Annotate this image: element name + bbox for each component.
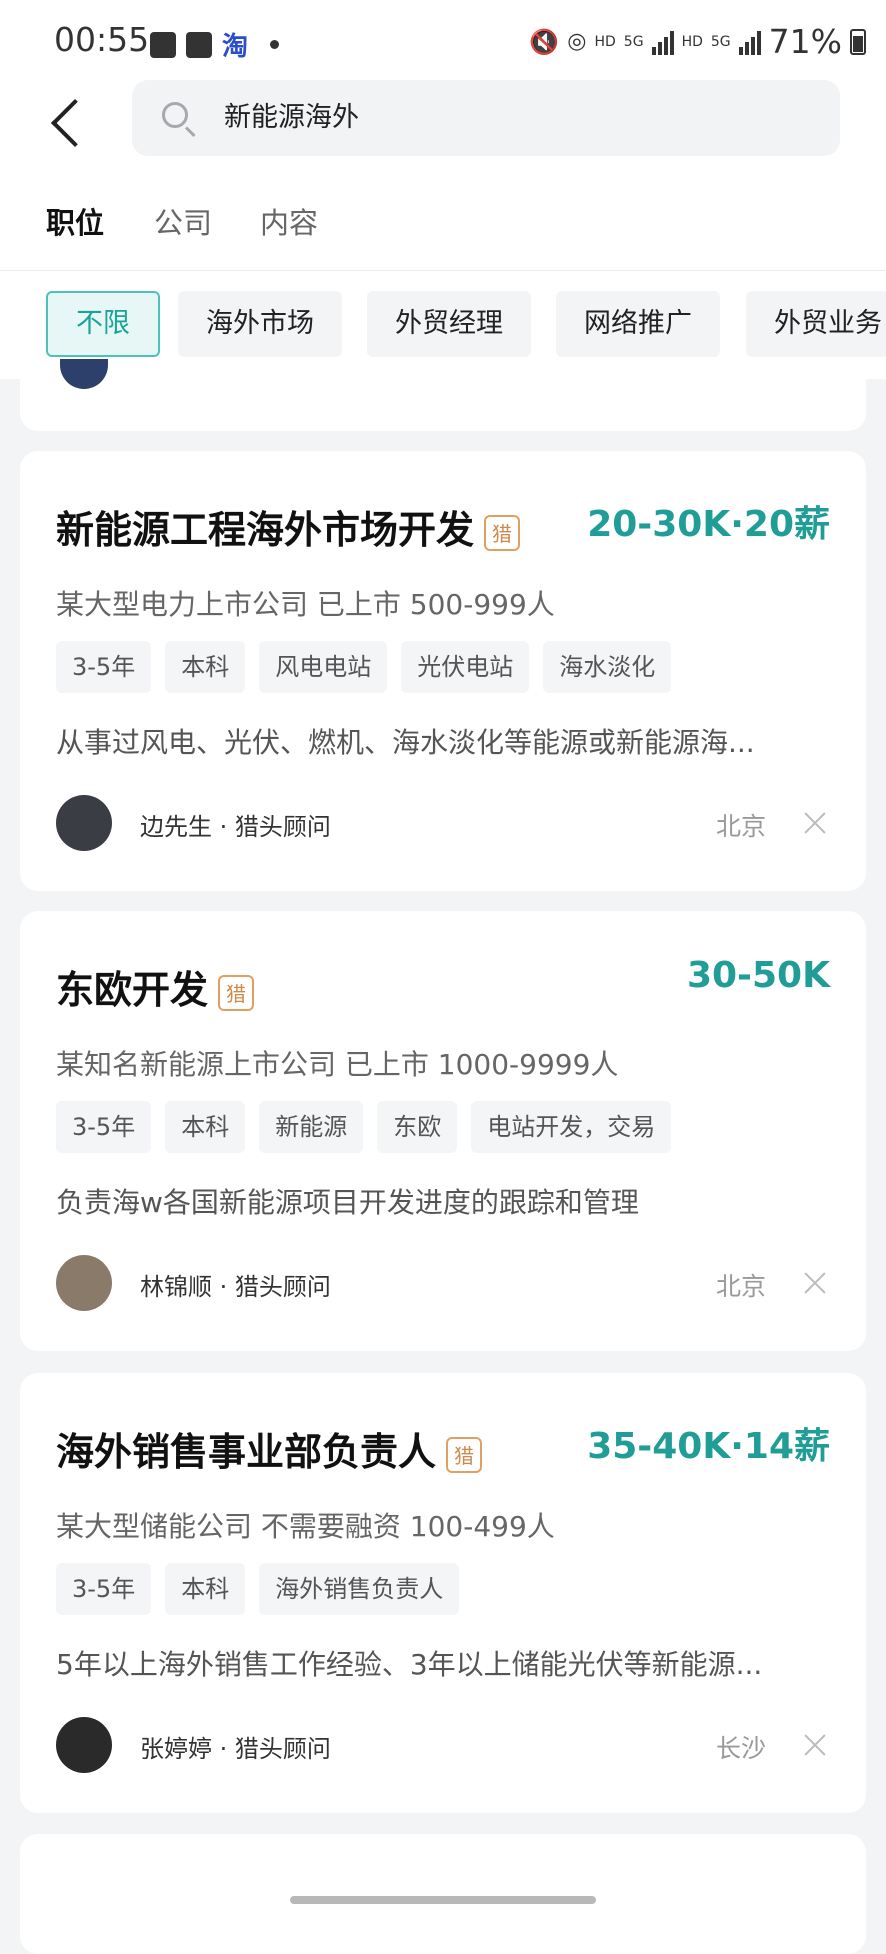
job-tag: 风电电站 xyxy=(259,641,388,693)
company-info: 某大型储能公司 不需要融资 100-499人 xyxy=(56,1510,555,1543)
job-tag: 3-5年 xyxy=(56,641,152,693)
job-tag: 3-5年 xyxy=(56,1563,152,1615)
status-right-icons: 🔇 ◎ HD 5G HD 5G 71% xyxy=(529,22,866,61)
search-icon xyxy=(162,102,188,128)
company-info: 某大型电力上市公司 已上市 500-999人 xyxy=(56,588,555,621)
job-card[interactable]: 东欧开发猎 30-50K 某知名新能源上市公司 已上市 1000-9999人 3… xyxy=(20,911,866,1351)
hotspot-icon: ◎ xyxy=(567,29,587,54)
signal-icon-2 xyxy=(738,29,761,55)
filter-chip-unlimited[interactable]: 不限 xyxy=(46,291,160,357)
job-description: 5年以上海外销售工作经验、3年以上储能光伏等新能源... xyxy=(56,1648,763,1681)
hunter-badge: 猎 xyxy=(218,974,255,1011)
job-card-partial[interactable] xyxy=(20,359,866,431)
search-header xyxy=(0,80,886,180)
job-title-text: 新能源工程海外市场开发 xyxy=(56,508,475,552)
recruiter-row: 张婷婷 · 猎头顾问 长沙 xyxy=(56,1717,830,1773)
job-title: 海外销售事业部负责人猎 xyxy=(56,1421,483,1476)
salary: 30-50K xyxy=(686,955,830,996)
job-tag: 海水淡化 xyxy=(543,641,672,693)
hd-label-1: HD xyxy=(594,33,616,50)
contacts-icon xyxy=(186,31,212,58)
recruiter-name: 边先生 · 猎头顾问 xyxy=(140,813,331,841)
network-label-2: 5G xyxy=(710,33,731,50)
recruiter-row: 林锦顺 · 猎头顾问 北京 xyxy=(56,1255,830,1311)
filter-chip-online-promotion[interactable]: 网络推广 xyxy=(556,291,720,357)
image-icon xyxy=(150,31,176,58)
chevron-left-icon xyxy=(50,98,100,148)
job-tag: 本科 xyxy=(165,1101,246,1153)
company-info: 某知名新能源上市公司 已上市 1000-9999人 xyxy=(56,1048,619,1081)
filter-chip-overseas-market[interactable]: 海外市场 xyxy=(178,291,342,357)
tab-companies[interactable]: 公司 xyxy=(154,200,212,242)
job-card[interactable]: 新能源工程海外市场开发猎 20-30K·20薪 某大型电力上市公司 已上市 50… xyxy=(20,451,866,891)
signal-icon-1 xyxy=(651,29,674,55)
job-tags: 3-5年 本科 新能源 东欧 电站开发，交易 xyxy=(56,1101,672,1153)
job-tag: 东欧 xyxy=(377,1101,458,1153)
job-tags: 3-5年 本科 海外销售负责人 xyxy=(56,1563,460,1615)
mute-vibrate-icon: 🔇 xyxy=(529,27,560,56)
home-indicator[interactable] xyxy=(290,1896,596,1904)
status-bar: 00:55 淘 🔇 ◎ HD 5G HD 5G 71% xyxy=(0,0,886,80)
job-tag: 海外销售负责人 xyxy=(259,1563,460,1615)
job-title: 新能源工程海外市场开发猎 xyxy=(56,499,521,554)
job-title-text: 东欧开发 xyxy=(56,968,209,1012)
job-tag: 新能源 xyxy=(259,1101,364,1153)
hunter-badge: 猎 xyxy=(446,1436,483,1473)
filter-chip-trade-business[interactable]: 外贸业务 xyxy=(746,291,886,357)
job-card-partial[interactable] xyxy=(20,1834,866,1954)
recruiter-row: 边先生 · 猎头顾问 北京 xyxy=(56,795,830,851)
filter-chip-trade-manager[interactable]: 外贸经理 xyxy=(367,291,531,357)
battery-icon xyxy=(850,28,866,55)
salary: 20-30K·20薪 xyxy=(587,504,830,545)
status-left-icons: 淘 xyxy=(150,26,280,63)
back-button[interactable] xyxy=(46,92,100,152)
job-tag: 3-5年 xyxy=(56,1101,152,1153)
tab-positions[interactable]: 职位 xyxy=(46,200,104,242)
job-tag: 本科 xyxy=(165,1563,246,1615)
close-icon[interactable] xyxy=(802,809,830,837)
hunter-badge: 猎 xyxy=(484,514,521,551)
job-tag: 本科 xyxy=(165,641,246,693)
result-tabs: 职位 公司 内容 xyxy=(0,180,886,271)
network-label-1: 5G xyxy=(623,33,644,50)
recruiter-name: 张婷婷 · 猎头顾问 xyxy=(140,1735,331,1763)
status-time: 00:55 xyxy=(54,20,150,59)
job-city: 北京 xyxy=(715,1272,766,1301)
tab-content[interactable]: 内容 xyxy=(260,200,318,242)
close-icon[interactable] xyxy=(802,1269,830,1297)
filter-chips: 不限 海外市场 外贸经理 网络推广 外贸业务 xyxy=(0,271,886,379)
search-input[interactable] xyxy=(224,80,814,156)
job-description: 负责海w各国新能源项目开发进度的跟踪和管理 xyxy=(56,1186,639,1219)
salary: 35-40K·14薪 xyxy=(587,1426,830,1467)
job-description: 从事过风电、光伏、燃机、海水淡化等能源或新能源海... xyxy=(56,726,755,759)
notification-dot-icon xyxy=(270,40,280,49)
job-tags: 3-5年 本科 风电电站 光伏电站 海水淡化 xyxy=(56,641,672,693)
job-card[interactable]: 海外销售事业部负责人猎 35-40K·14薪 某大型储能公司 不需要融资 100… xyxy=(20,1373,866,1813)
battery-percent: 71% xyxy=(768,22,842,61)
job-tag: 光伏电站 xyxy=(401,641,530,693)
taobao-icon: 淘 xyxy=(222,32,249,62)
close-icon[interactable] xyxy=(802,1731,830,1759)
hd-label-2: HD xyxy=(681,33,703,50)
recruiter-name: 林锦顺 · 猎头顾问 xyxy=(140,1273,331,1301)
job-title-text: 海外销售事业部负责人 xyxy=(56,1430,437,1474)
job-tag: 电站开发，交易 xyxy=(471,1101,672,1153)
avatar xyxy=(60,359,108,389)
avatar[interactable] xyxy=(56,1717,112,1773)
avatar[interactable] xyxy=(56,1255,112,1311)
job-title: 东欧开发猎 xyxy=(56,959,255,1014)
job-city: 北京 xyxy=(715,812,766,841)
search-box[interactable] xyxy=(132,80,840,156)
avatar[interactable] xyxy=(56,795,112,851)
job-city: 长沙 xyxy=(715,1734,766,1763)
